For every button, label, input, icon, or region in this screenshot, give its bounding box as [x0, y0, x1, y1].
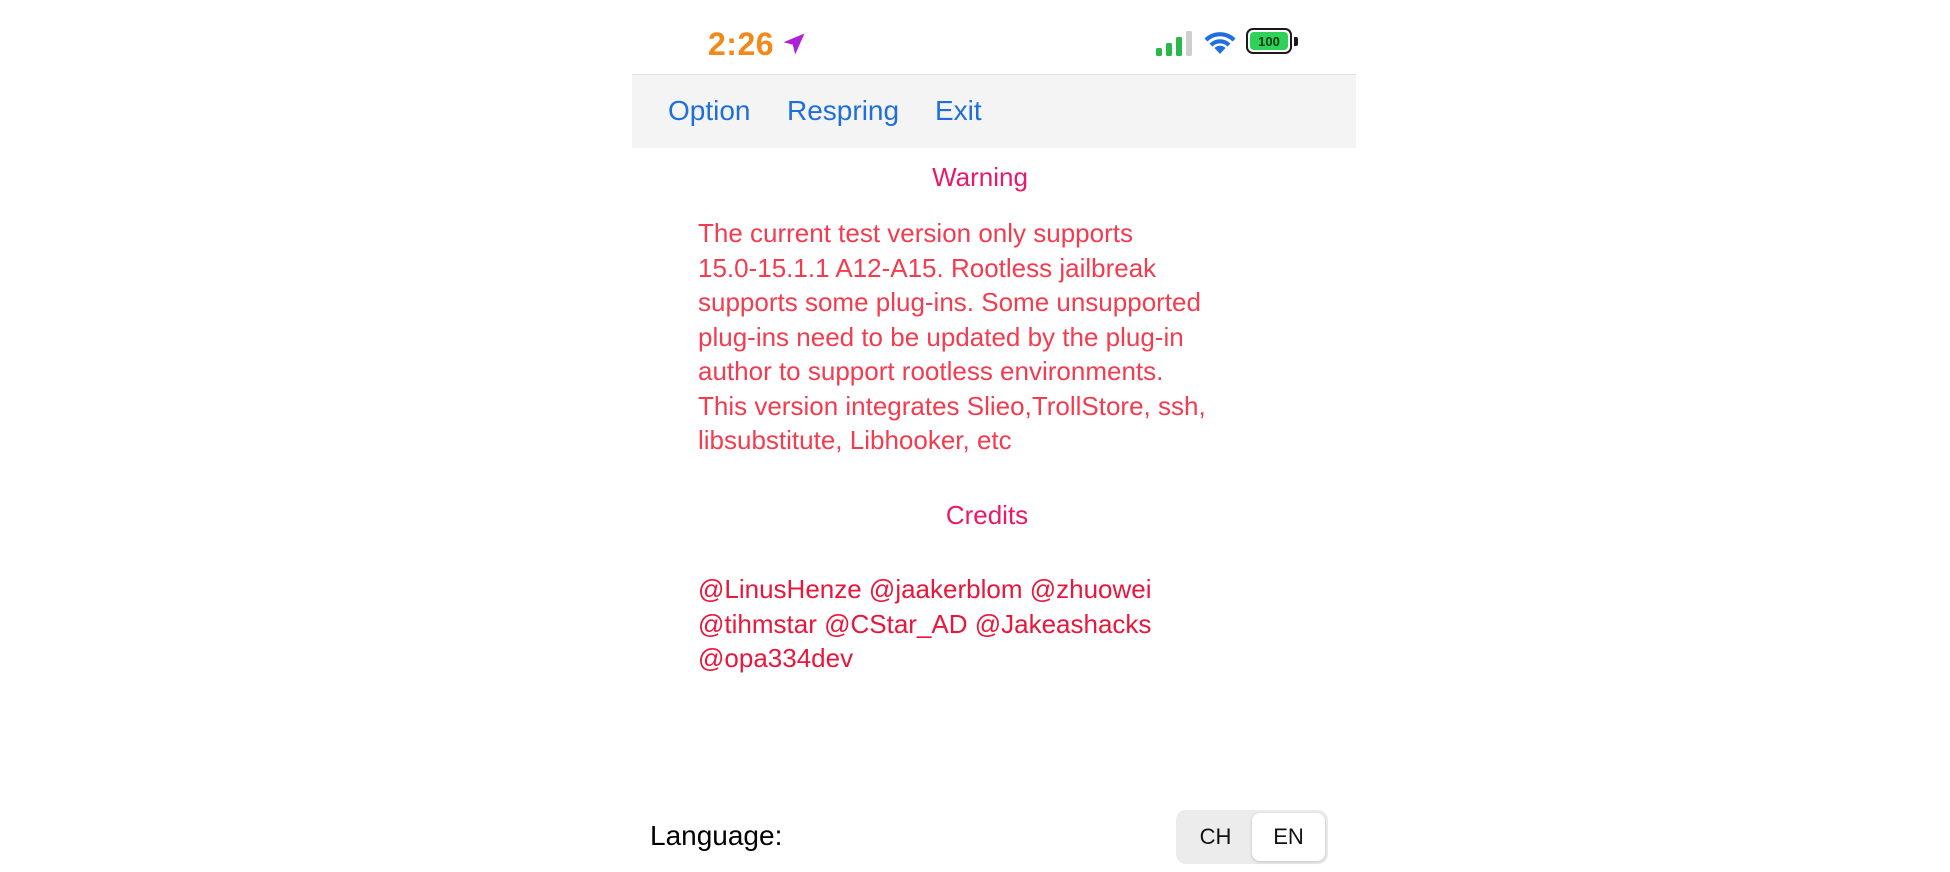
- language-label: Language:: [650, 820, 783, 851]
- top-toolbar: Option Respring Exit: [632, 74, 1356, 148]
- warning-text: The current test version only supports 1…: [698, 218, 1206, 455]
- location-arrow-icon: [783, 33, 805, 55]
- warning-title: Warning: [932, 162, 1028, 192]
- language-option-ch[interactable]: CH: [1179, 813, 1252, 861]
- cellular-signal-icon: [1156, 31, 1192, 56]
- wifi-icon: [1204, 32, 1236, 54]
- language-segmented-control: CH EN: [1176, 810, 1328, 864]
- credits-title: Credits: [945, 500, 1029, 530]
- exit-button[interactable]: Exit: [935, 93, 982, 129]
- status-bar: 2:26 100: [632, 0, 1356, 74]
- battery-level: 100: [1250, 32, 1288, 50]
- language-option-en[interactable]: EN: [1252, 813, 1325, 861]
- status-time: 2:26: [708, 26, 775, 62]
- respring-button[interactable]: Respring: [787, 93, 899, 129]
- battery-icon: 100: [1246, 28, 1300, 56]
- option-button[interactable]: Option: [668, 93, 751, 129]
- app-screen: 2:26 100 Option Respring Exit Warning Th…: [632, 0, 1356, 872]
- credits-text: @LinusHenze @jaakerblom @zhuowei @tihmst…: [698, 574, 1152, 673]
